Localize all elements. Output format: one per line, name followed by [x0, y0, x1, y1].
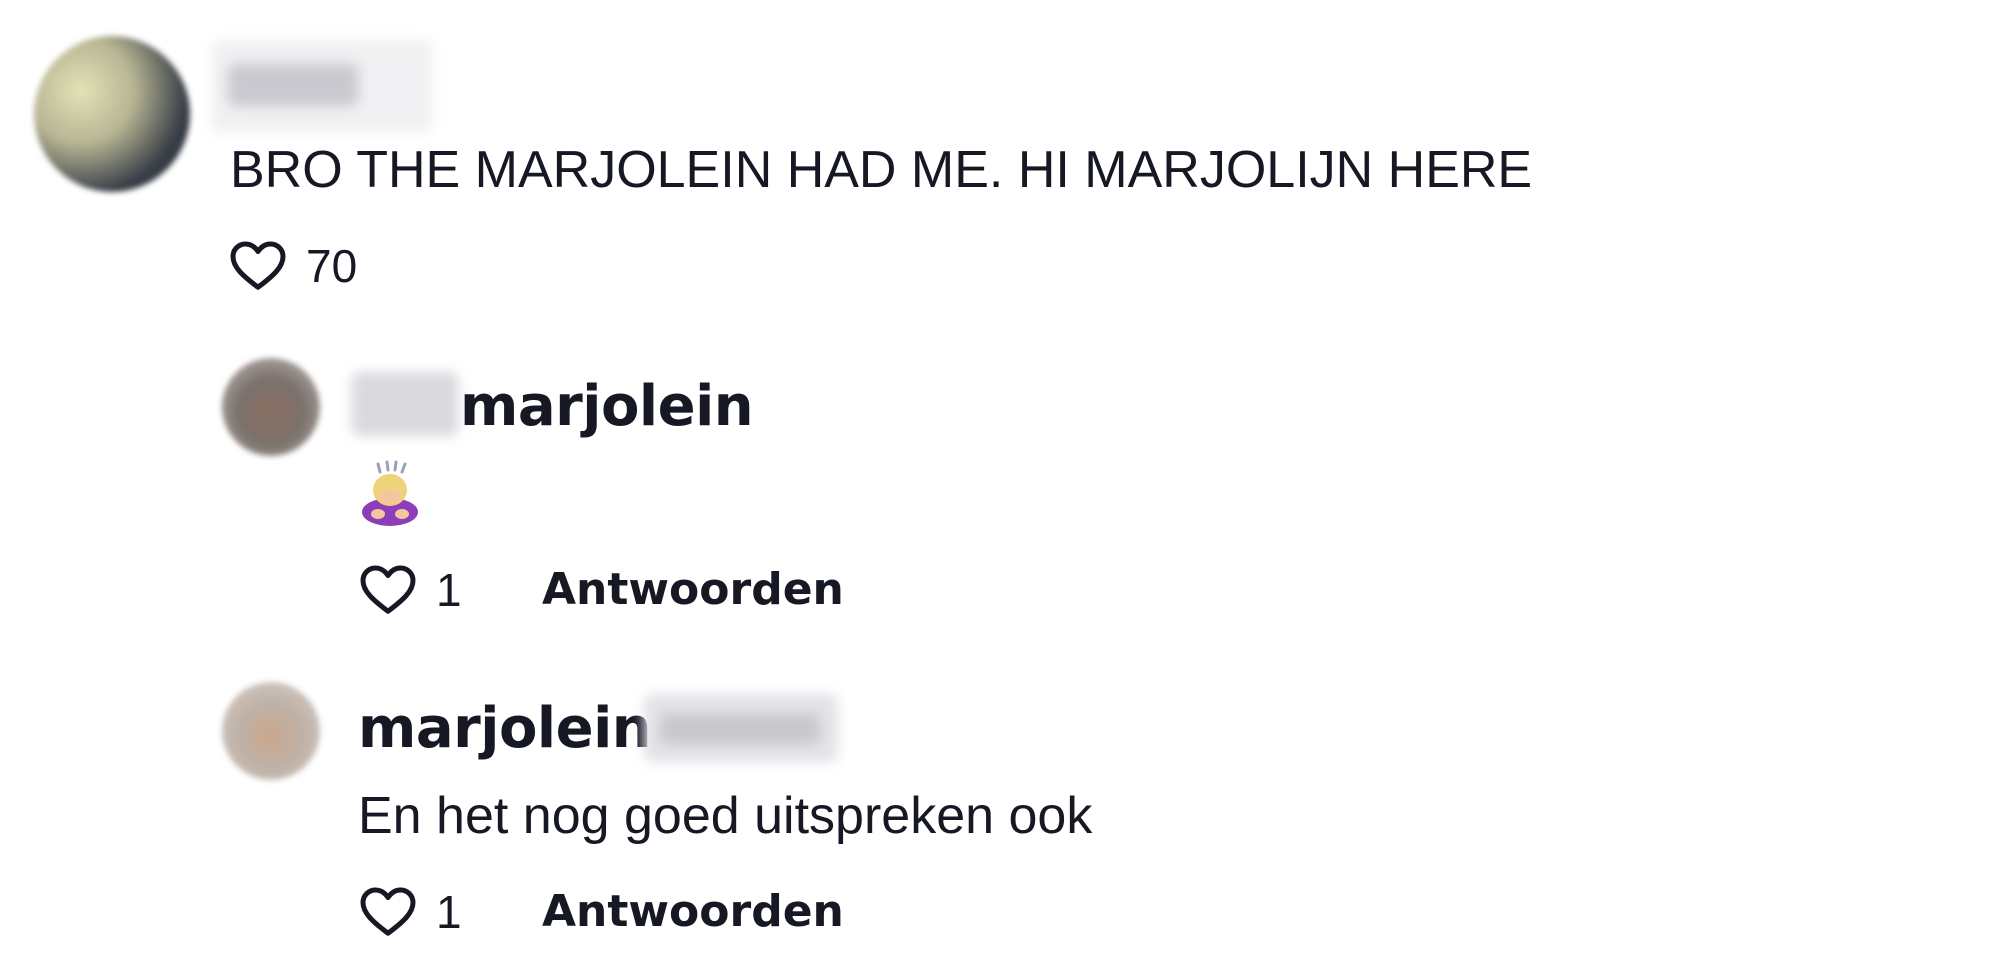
- reply-button[interactable]: Antwoorden: [542, 886, 844, 937]
- like-count: 1: [436, 564, 462, 616]
- username-blurred-inner: [228, 64, 358, 106]
- reply-button[interactable]: Antwoorden: [542, 564, 844, 615]
- person-bowing-icon: [360, 460, 420, 526]
- username-blurred-suffix-inner: [660, 714, 820, 744]
- like-count: 1: [436, 886, 462, 938]
- heart-icon[interactable]: [356, 882, 420, 942]
- comment-text: BRO THE MARJOLEIN HAD ME. HI MARJOLIJN H…: [230, 141, 1533, 199]
- avatar[interactable]: [222, 358, 320, 456]
- like-row: 1: [356, 882, 462, 942]
- like-count: 70: [306, 240, 358, 292]
- avatar[interactable]: [222, 682, 320, 780]
- like-row: 1: [356, 560, 462, 620]
- avatar[interactable]: [34, 36, 190, 192]
- like-row: 70: [226, 236, 357, 296]
- heart-icon[interactable]: [226, 236, 290, 296]
- username-blurred-prefix: [352, 372, 458, 436]
- reply-username[interactable]: marjolein: [358, 696, 652, 761]
- reply-username[interactable]: marjolein: [460, 374, 754, 439]
- reply-text: En het nog goed uitspreken ook: [358, 787, 1093, 845]
- heart-icon[interactable]: [356, 560, 420, 620]
